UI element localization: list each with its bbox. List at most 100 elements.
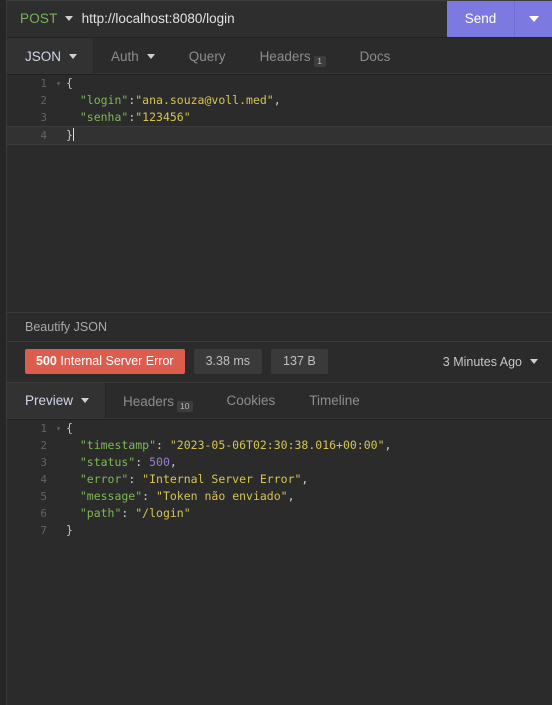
line-number: 2 xyxy=(40,94,47,107)
code-line[interactable]: 7 } xyxy=(7,522,552,539)
tab-response-headers-label: Headers xyxy=(123,393,175,409)
tab-preview[interactable]: Preview xyxy=(7,382,107,419)
response-size: 137 B xyxy=(271,349,328,374)
tab-headers-label: Headers xyxy=(259,49,311,64)
left-rail xyxy=(0,0,7,705)
code-line[interactable]: 1 ▾{ xyxy=(7,420,552,437)
tab-docs-label: Docs xyxy=(359,48,391,64)
token: { xyxy=(66,76,73,90)
time-ago-chevron-down-icon xyxy=(530,359,538,364)
tab-preview-chevron-down-icon xyxy=(81,398,90,403)
tab-headers-count-badge: 1 xyxy=(313,56,326,67)
code-line[interactable]: 4 "error": "Internal Server Error", xyxy=(7,471,552,488)
response-time-ago-label: 3 Minutes Ago xyxy=(442,354,522,369)
send-chevron-down-icon xyxy=(528,15,539,22)
tab-preview-label: Preview xyxy=(25,393,74,408)
tab-json[interactable]: JSON xyxy=(7,38,95,74)
urlbar-top-edge xyxy=(7,0,552,1)
line-number: 3 xyxy=(40,455,47,469)
token: : xyxy=(156,437,170,452)
url-input[interactable]: http://localhost:8080/login xyxy=(82,11,235,26)
tab-response-headers[interactable]: Headers 10 xyxy=(106,383,210,419)
line-number: 3 xyxy=(40,111,47,124)
line-number: 1 xyxy=(40,77,47,90)
code-text: { xyxy=(64,75,552,92)
token: "senha" xyxy=(66,110,129,124)
code-line[interactable]: 4 } xyxy=(7,126,552,145)
fold-toggle-icon[interactable]: ▾ xyxy=(53,420,64,437)
code-line[interactable]: 2 "login":"ana.souza@voll.med", xyxy=(7,92,552,109)
token: "path" xyxy=(66,505,122,520)
line-number: 4 xyxy=(40,129,47,142)
tab-timeline[interactable]: Timeline xyxy=(292,383,377,419)
token: : xyxy=(121,505,136,520)
line-number: 4 xyxy=(40,472,47,486)
code-line[interactable]: 5 "message": "Token não enviado", xyxy=(7,488,552,505)
token: "status" xyxy=(66,454,136,469)
token: "message" xyxy=(66,488,143,503)
code-text: } xyxy=(64,522,552,539)
tab-response-headers-count-badge: 10 xyxy=(177,400,193,412)
response-status-bar: 500 Internal Server Error 3.38 ms 137 B … xyxy=(7,341,552,383)
beautify-json-bar[interactable]: Beautify JSON xyxy=(7,311,552,342)
status-badge: 500 Internal Server Error xyxy=(25,349,185,374)
token: : xyxy=(128,471,143,486)
send-options-button[interactable] xyxy=(515,0,552,37)
line-number: 1 xyxy=(40,421,47,435)
token: "ana.souza@voll.med" xyxy=(135,93,274,107)
tab-timeline-label: Timeline xyxy=(309,393,360,408)
code-text: "message": "Token não enviado", xyxy=(64,488,552,505)
tab-query[interactable]: Query xyxy=(172,38,243,74)
http-method-label[interactable]: POST xyxy=(20,11,58,26)
response-body-viewer[interactable]: 1 ▾{2 "timestamp": "2023-05-06T02:30:38.0… xyxy=(7,419,552,705)
token: : xyxy=(142,488,157,503)
code-line[interactable]: 3 "status": 500, xyxy=(7,454,552,471)
tab-json-label: JSON xyxy=(25,48,62,64)
status-code-text: Internal Server Error xyxy=(60,354,174,368)
token: "Token não enviado" xyxy=(156,488,288,503)
tab-auth[interactable]: Auth xyxy=(94,38,172,74)
response-duration: 3.38 ms xyxy=(193,349,263,374)
token: "/login" xyxy=(135,505,191,520)
code-text: "login":"ana.souza@voll.med", xyxy=(64,92,552,109)
token: , xyxy=(273,93,281,107)
code-line[interactable]: 2 "timestamp": "2023-05-06T02:30:38.016+… xyxy=(7,437,552,454)
code-text: "status": 500, xyxy=(64,454,552,471)
request-tabstrip: JSON Auth Query Headers 1 Docs xyxy=(7,38,552,75)
text-cursor xyxy=(72,128,74,141)
send-button[interactable]: Send xyxy=(447,0,515,37)
code-text: { xyxy=(64,420,552,437)
tab-docs[interactable]: Docs xyxy=(343,38,408,74)
code-text: "senha":"123456" xyxy=(64,109,552,126)
token: "login" xyxy=(66,93,129,107)
status-code: 500 xyxy=(36,354,57,368)
token: "2023-05-06T02:30:38.016+00:00" xyxy=(169,437,385,452)
response-tabstrip: Preview Headers 10 Cookies Timeline xyxy=(7,382,552,420)
beautify-json-label: Beautify JSON xyxy=(25,319,107,334)
token: 500 xyxy=(149,454,170,469)
token: } xyxy=(66,128,73,142)
response-time-ago[interactable]: 3 Minutes Ago xyxy=(443,355,538,369)
tab-cookies[interactable]: Cookies xyxy=(210,383,293,419)
token: , xyxy=(384,437,392,452)
code-line[interactable]: 3 "senha":"123456" xyxy=(7,109,552,126)
request-body-editor[interactable]: 1 ▾{2 "login":"ana.souza@voll.med", 3 "sen… xyxy=(7,75,552,312)
method-chevron-down-icon[interactable] xyxy=(64,16,73,21)
code-line[interactable]: 1 ▾{ xyxy=(7,75,552,92)
fold-toggle-icon[interactable]: ▾ xyxy=(53,75,64,92)
token: "timestamp" xyxy=(66,437,157,452)
main-content-column: POST http://localhost:8080/login Send JS… xyxy=(7,0,552,705)
tab-auth-chevron-down-icon xyxy=(146,53,155,59)
token: , xyxy=(169,454,177,469)
line-number: 7 xyxy=(40,523,47,537)
tab-headers[interactable]: Headers 1 xyxy=(243,38,343,74)
code-line[interactable]: 6 "path": "/login" xyxy=(7,505,552,522)
tab-json-chevron-down-icon xyxy=(69,53,78,59)
